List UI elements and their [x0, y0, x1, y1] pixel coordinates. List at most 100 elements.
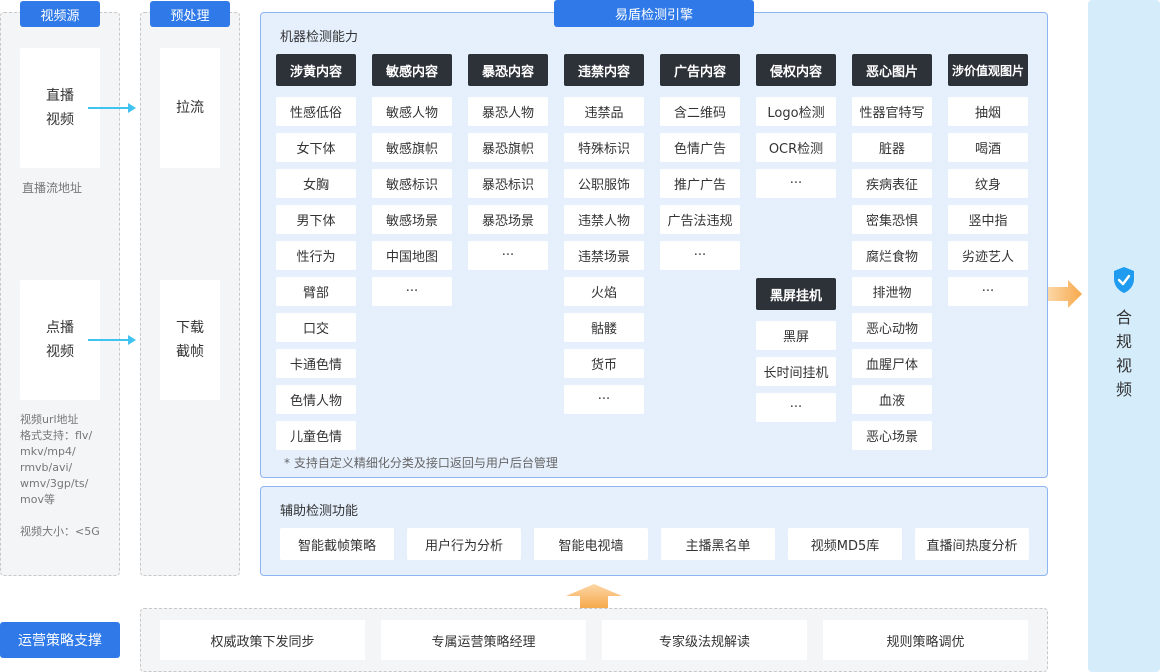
category-head: 暴恐内容 [468, 54, 548, 86]
category-item: 卡通色情 [276, 349, 356, 378]
black-screen-item: ··· [756, 393, 836, 422]
category-item: 敏感场景 [372, 205, 452, 234]
category-item: ··· [372, 277, 452, 306]
aux-item: 用户行为分析 [407, 528, 521, 560]
category-head: 侵权内容 [756, 54, 836, 86]
category-head: 广告内容 [660, 54, 740, 86]
ops-item: 权威政策下发同步 [160, 620, 365, 660]
category-item: 推广广告 [660, 169, 740, 198]
category-head: 敏感内容 [372, 54, 452, 86]
category-item: 腐烂食物 [852, 241, 932, 270]
category-item: 脏器 [852, 133, 932, 162]
category-item: 性感低俗 [276, 97, 356, 126]
aux-item: 直播间热度分析 [915, 528, 1029, 560]
category-item: 特殊标识 [564, 133, 644, 162]
ops-support-tab: 运营策略支撑 [0, 622, 120, 658]
category-item: 抽烟 [948, 97, 1028, 126]
ops-item: 规则策略调优 [823, 620, 1028, 660]
category-item: Logo检测 [756, 97, 836, 126]
right-arrow [1048, 280, 1082, 308]
category-item: 色情人物 [276, 385, 356, 414]
category-item: 纹身 [948, 169, 1028, 198]
category-item: 货币 [564, 349, 644, 378]
category-item: 臂部 [276, 277, 356, 306]
category-item: 敏感人物 [372, 97, 452, 126]
aux-detection-title: 辅助检测功能 [280, 504, 359, 519]
category-item: 违禁场景 [564, 241, 644, 270]
ops-item: 专家级法规解读 [602, 620, 807, 660]
category-item: 广告法违规 [660, 205, 740, 234]
result-char: 规 [1115, 332, 1132, 351]
category-item: 公职服饰 [564, 169, 644, 198]
category-item: 暴恐人物 [468, 97, 548, 126]
video-source-tab: 视频源 [20, 1, 100, 27]
category-item: 密集恐惧 [852, 205, 932, 234]
category-item: 血腥尸体 [852, 349, 932, 378]
category-item: ··· [468, 241, 548, 270]
category-item: 暴恐场景 [468, 205, 548, 234]
up-arrow [566, 584, 622, 608]
category-item: 性行为 [276, 241, 356, 270]
vod-format-note: 视频url地址 格式支持：flv/ mkv/mp4/ rmvb/avi/ wmv… [20, 413, 93, 506]
category-item: 敏感标识 [372, 169, 452, 198]
vod-size-note: 视频大小：<5G [20, 525, 100, 538]
category-item: 火焰 [564, 277, 644, 306]
pull-stream-card: 拉流 [160, 48, 220, 168]
category-item: ··· [948, 277, 1028, 306]
live-stream-note: 直播流地址 [22, 181, 83, 195]
category-item: 暴恐旗帜 [468, 133, 548, 162]
engine-footnote: * 支持自定义精细化分类及接口返回与用户后台管理 [284, 456, 558, 470]
aux-item: 智能电视墙 [534, 528, 648, 560]
category-item: 男下体 [276, 205, 356, 234]
category-item: 恶心动物 [852, 313, 932, 342]
category-item: 排泄物 [852, 277, 932, 306]
black-screen-item: 长时间挂机 [756, 357, 836, 386]
category-item: 性器官特写 [852, 97, 932, 126]
result-char: 视 [1115, 356, 1132, 375]
category-head: 恶心图片 [852, 54, 932, 86]
category-item: 骷髅 [564, 313, 644, 342]
category-item: ··· [564, 385, 644, 414]
vod-arrow [88, 335, 136, 345]
category-item: ··· [660, 241, 740, 270]
category-item: 违禁品 [564, 97, 644, 126]
category-item: 恶心场景 [852, 421, 932, 450]
vod-video-label: 点播 视频 [46, 320, 74, 360]
category-item: OCR检测 [756, 133, 836, 162]
category-item: 劣迹艺人 [948, 241, 1028, 270]
category-item: 喝酒 [948, 133, 1028, 162]
category-item: 敏感旗帜 [372, 133, 452, 162]
ops-item: 专属运营策略经理 [381, 620, 586, 660]
category-item: 竖中指 [948, 205, 1028, 234]
category-item: 儿童色情 [276, 421, 356, 450]
category-item: 暴恐标识 [468, 169, 548, 198]
aux-item: 智能截帧策略 [280, 528, 394, 560]
black-screen-head: 黑屏挂机 [756, 278, 836, 310]
preprocess-tab: 预处理 [150, 1, 230, 27]
aux-item: 主播黑名单 [661, 528, 775, 560]
result-char: 合 [1115, 308, 1132, 327]
category-head: 违禁内容 [564, 54, 644, 86]
machine-detection-title: 机器检测能力 [280, 30, 359, 45]
category-item: 血液 [852, 385, 932, 414]
category-item: 女胸 [276, 169, 356, 198]
category-item: 中国地图 [372, 241, 452, 270]
category-item: ··· [756, 169, 836, 198]
download-frame-card: 下载 截帧 [160, 280, 220, 400]
black-screen-item: 黑屏 [756, 321, 836, 350]
aux-item: 视频MD5库 [788, 528, 902, 560]
result-char: 频 [1115, 380, 1132, 399]
category-item: 疾病表征 [852, 169, 932, 198]
category-item: 色情广告 [660, 133, 740, 162]
shield-check-icon [1112, 266, 1136, 294]
live-video-label: 直播 视频 [46, 88, 74, 128]
category-item: 女下体 [276, 133, 356, 162]
compliant-video-label: 合 规 视 频 [1112, 306, 1136, 402]
category-head: 涉黄内容 [276, 54, 356, 86]
category-head: 涉价值观图片 [948, 54, 1028, 86]
category-item: 违禁人物 [564, 205, 644, 234]
pull-stream-label: 拉流 [176, 100, 204, 116]
engine-title-tab: 易盾检测引擎 [554, 0, 754, 27]
category-item: 口交 [276, 313, 356, 342]
download-frame-label: 下载 截帧 [176, 320, 204, 360]
